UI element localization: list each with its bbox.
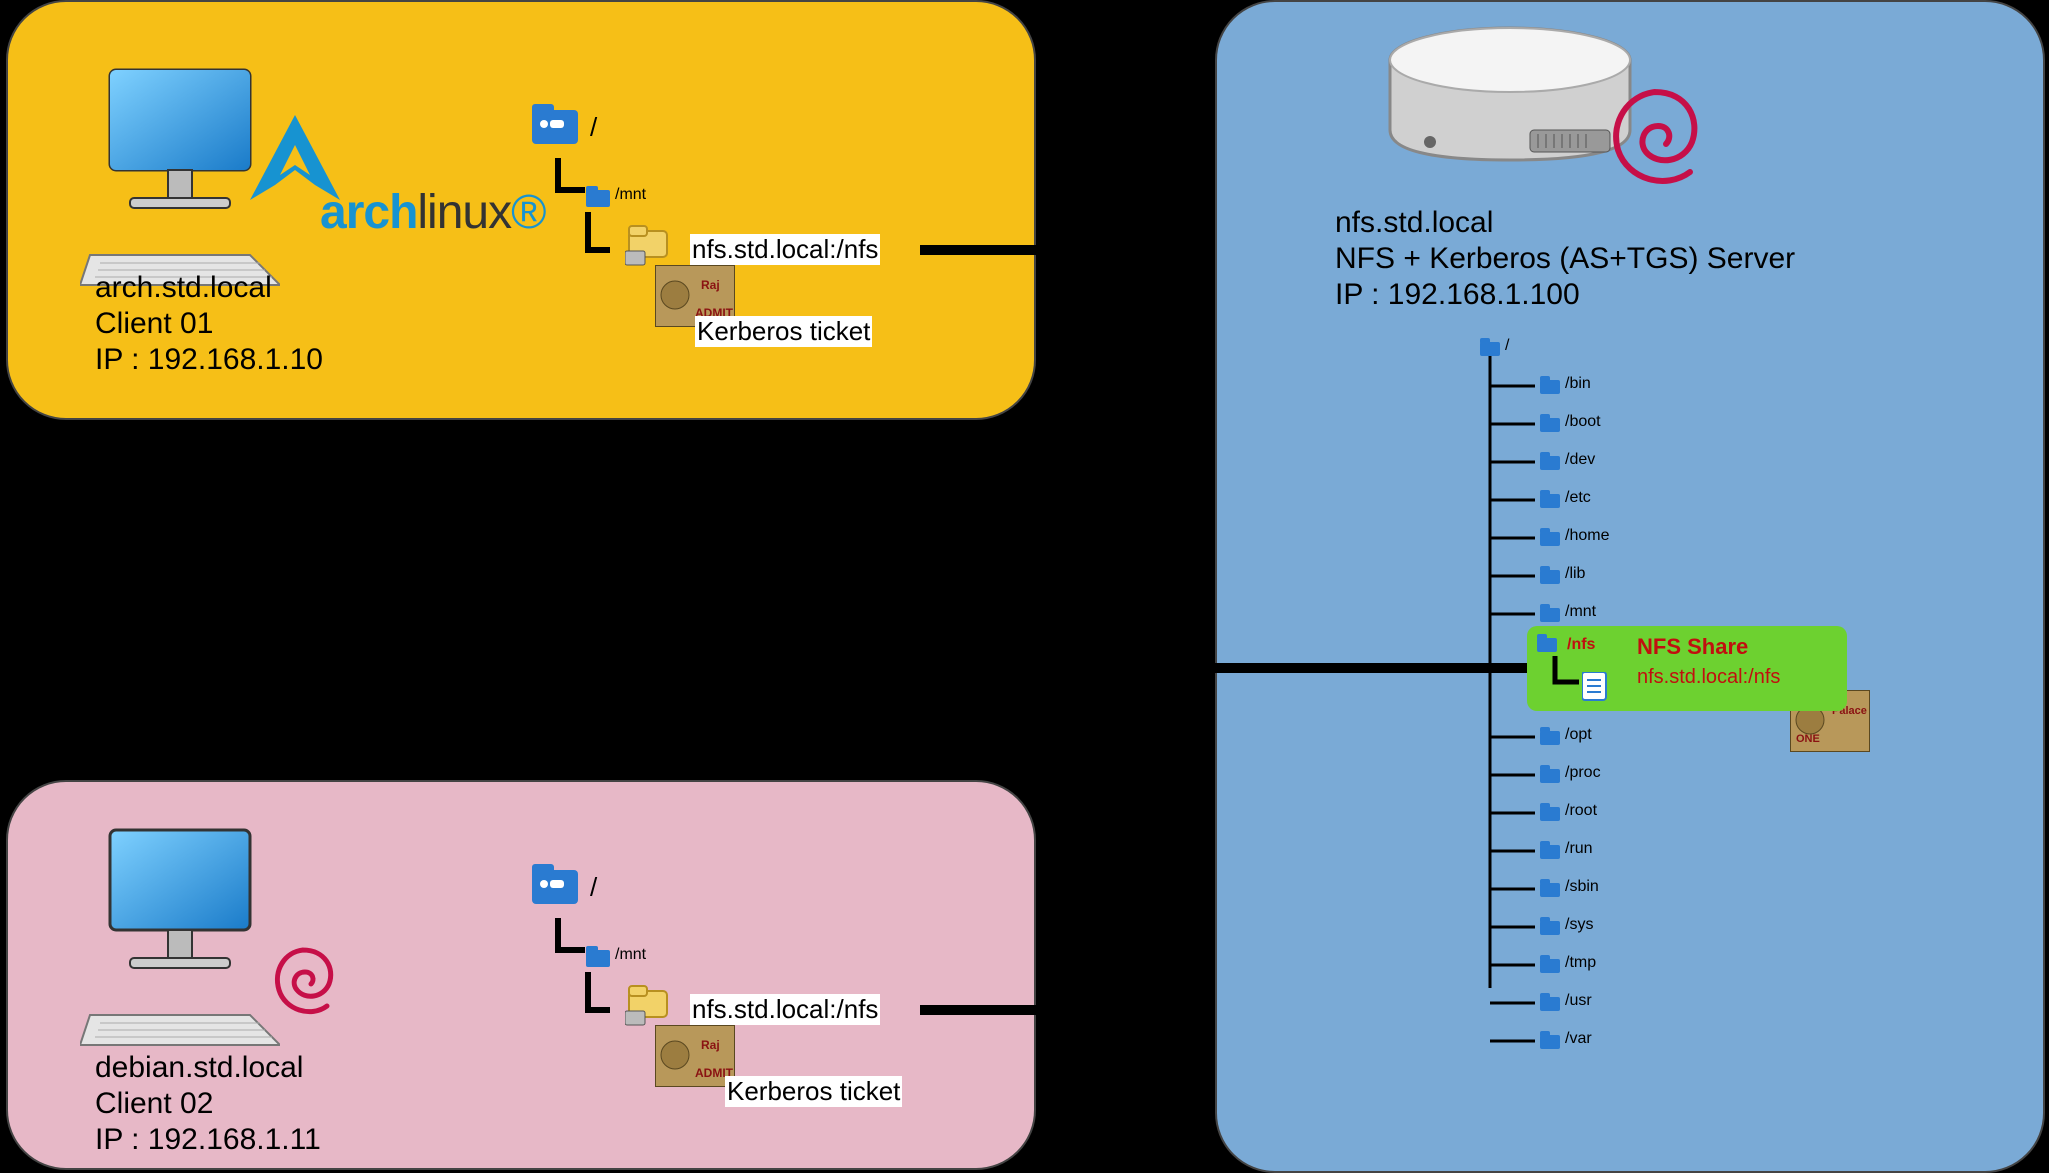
mini-folder-icon	[1537, 634, 1557, 652]
nfs-share-box: /nfs NFS Share nfs.std.local:/nfs	[1527, 626, 1847, 711]
nfs-folder-label: /nfs	[1567, 636, 1595, 654]
nfs-share-path: nfs.std.local:/nfs	[1637, 666, 1780, 689]
connector-lines	[0, 0, 2049, 1173]
nfs-share-title: NFS Share	[1637, 634, 1748, 660]
file-icon	[1582, 672, 1608, 702]
